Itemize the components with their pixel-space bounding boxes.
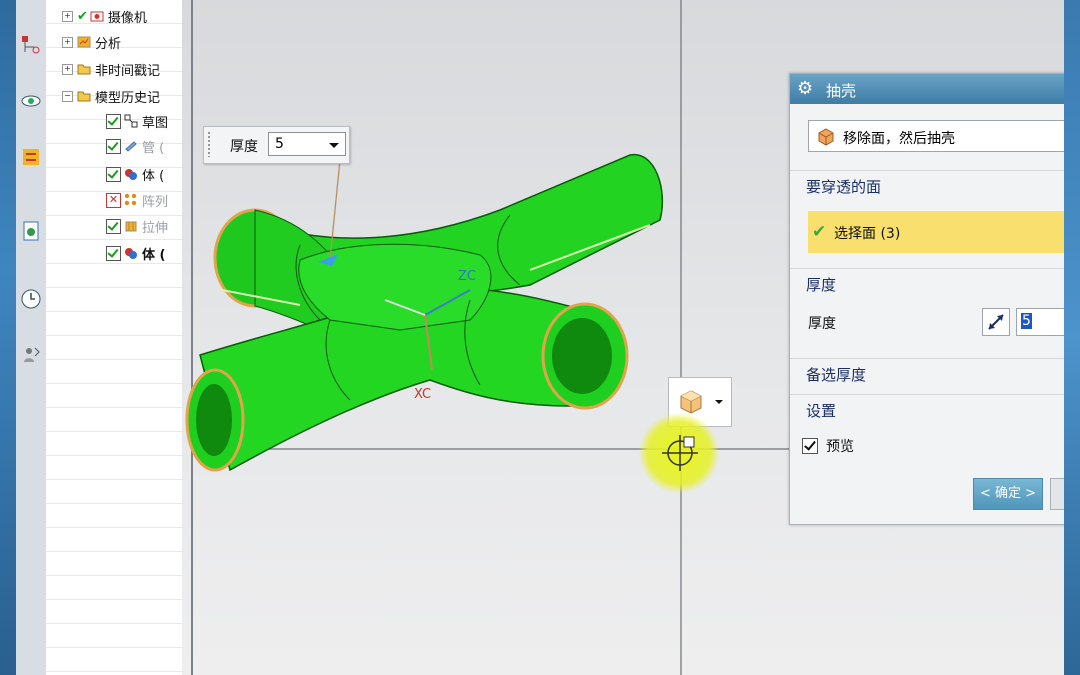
thickness-onscreen-input: 厚度 5	[203, 126, 350, 164]
section-label: 备选厚度	[806, 366, 867, 384]
select-face-row[interactable]: ✔ 选择面 (3)	[808, 211, 1065, 253]
dialog-title: 抽壳	[826, 82, 857, 100]
shell-dialog: ⚙ 抽壳 移除面，然后抽壳 要穿透的面 ✔ 选择面 (3) 厚度 厚度 5 备选…	[789, 73, 1066, 525]
section-label: 设置	[806, 402, 837, 420]
crosshair-cursor-icon	[662, 435, 698, 471]
dialog-title-bar[interactable]: ⚙ 抽壳	[790, 74, 1065, 104]
shell-type-label: 移除面，然后抽壳	[843, 131, 955, 147]
thickness-input[interactable]: 5	[1016, 308, 1065, 336]
preview-checkbox[interactable]	[802, 438, 818, 454]
section-settings[interactable]: 设置	[790, 394, 1065, 425]
select-face-label: 选择面 (3)	[834, 226, 901, 242]
cube-icon	[680, 390, 702, 414]
section-faces-to-pierce[interactable]: 要穿透的面	[790, 170, 1065, 201]
section-thickness[interactable]: 厚度	[790, 268, 1065, 299]
gear-icon[interactable]: ⚙	[797, 79, 813, 99]
cube-icon	[818, 128, 834, 146]
thickness-popup-label: 厚度	[230, 139, 258, 155]
thickness-label: 厚度	[808, 316, 836, 332]
thickness-value: 5	[1021, 313, 1032, 329]
thickness-popup-value: 5	[275, 136, 284, 152]
preview-label: 预览	[826, 439, 854, 455]
section-label: 厚度	[806, 276, 837, 294]
thickness-popup-select[interactable]: 5	[268, 132, 346, 156]
xc-axis-label: XC	[414, 387, 431, 402]
zc-axis-label: ZC	[458, 269, 476, 284]
reverse-direction-icon	[988, 314, 1004, 330]
chevron-down-icon	[329, 143, 339, 148]
ok-button[interactable]: < 确定 >	[973, 478, 1043, 510]
reverse-direction-button[interactable]	[982, 308, 1010, 336]
section-label: 要穿透的面	[806, 178, 882, 196]
drag-handle[interactable]	[207, 131, 212, 157]
desktop-edge-right	[1064, 0, 1080, 675]
chevron-down-icon	[715, 400, 723, 404]
section-alternate-thickness[interactable]: 备选厚度	[790, 358, 1065, 389]
check-icon: ✔	[812, 222, 827, 242]
shell-type-select[interactable]: 移除面，然后抽壳	[808, 120, 1065, 152]
